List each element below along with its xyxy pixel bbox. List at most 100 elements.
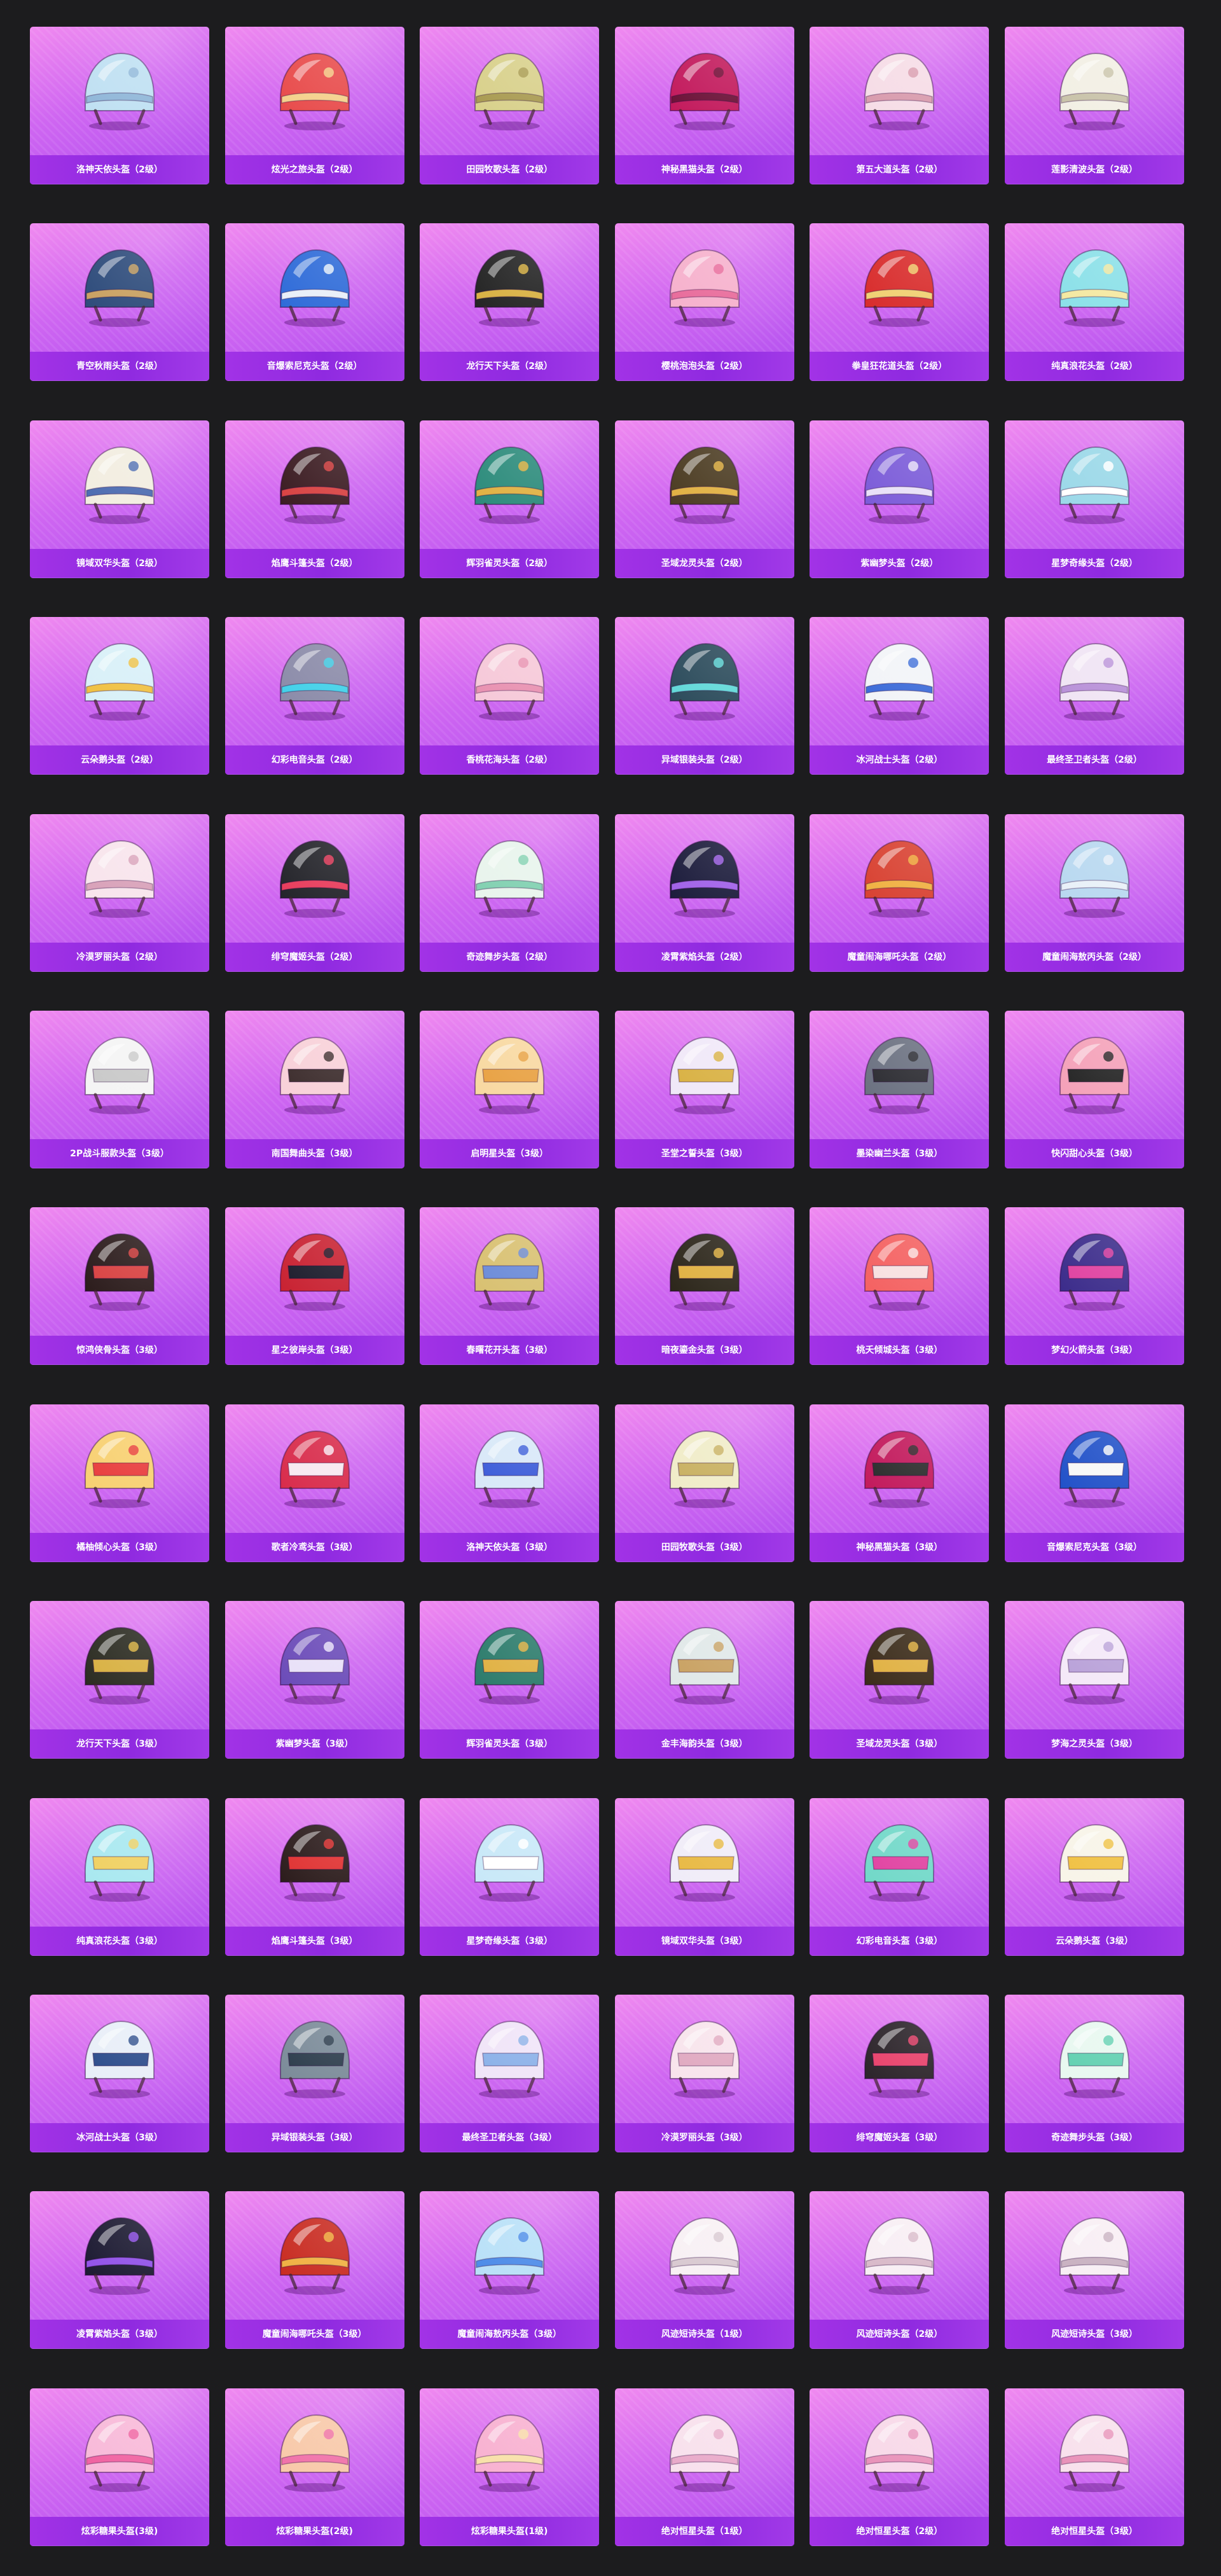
helmet-card[interactable]: 异域银装头盔（2级） <box>614 617 794 775</box>
helmet-name-label: 绝对恒星头盔（3级） <box>1051 2526 1138 2537</box>
helmet-card[interactable]: 魔童闹海哪吒头盔（3级） <box>224 2191 404 2350</box>
helmet-card[interactable]: 绯穹魔姬头盔（3级） <box>810 1994 990 2152</box>
helmet-card[interactable]: 绯穹魔姬头盔（2级） <box>224 814 404 972</box>
helmet-icon <box>70 1614 169 1709</box>
helmet-card[interactable]: 绝对恒星头盔（3级） <box>1004 2388 1184 2546</box>
helmet-card[interactable]: 神秘黑猫头盔（3级） <box>810 1404 990 1562</box>
helmet-card[interactable]: 音爆索尼克头盔（3级） <box>1004 1404 1184 1562</box>
helmet-card[interactable]: 梦幻火箭头盔（3级） <box>1004 1207 1184 1366</box>
helmet-card[interactable]: 凌霄紫焰头盔（3级） <box>30 2191 209 2350</box>
helmet-card[interactable]: 幻彩电音头盔（2级） <box>224 617 404 775</box>
helmet-icon <box>1045 1614 1144 1709</box>
helmet-card[interactable]: 炫光之旅头盔（2级） <box>224 27 404 184</box>
helmet-card[interactable]: 镜域双华头盔（3级） <box>614 1797 794 1956</box>
helmet-card[interactable]: 洛神天依头盔（2级） <box>30 27 209 184</box>
helmet-card[interactable]: 星之彼岸头盔（3级） <box>224 1207 404 1366</box>
helmet-name-label: 辉羽雀灵头盔（3级） <box>466 1739 553 1750</box>
helmet-card[interactable]: 圣堂之誓头盔（3级） <box>614 1010 794 1168</box>
helmet-card[interactable]: 最终圣卫者头盔（3级） <box>420 1994 600 2152</box>
helmet-card[interactable]: 歌者冷鸢头盔（3级） <box>224 1404 404 1562</box>
helmet-icon <box>460 630 559 725</box>
helmet-card[interactable]: 风迹短诗头盔（3级） <box>1004 2191 1184 2350</box>
helmet-card[interactable]: 辉羽雀灵头盔（3级） <box>420 1601 600 1759</box>
helmet-icon <box>850 1023 949 1119</box>
helmet-card[interactable]: 拳皇狂花道头盔（2级） <box>810 223 990 382</box>
helmet-card[interactable]: 魔童闹海敖丙头盔（2级） <box>1004 814 1184 972</box>
helmet-card[interactable]: 奇迹舞步头盔（2级） <box>420 814 600 972</box>
helmet-card[interactable]: 星梦奇缘头盔（2级） <box>1004 420 1184 578</box>
helmet-name-label: 墨染幽兰头盔（3级） <box>856 1148 943 1159</box>
helmet-card[interactable]: 魔童闹海敖丙头盔（3级） <box>420 2191 600 2350</box>
helmet-card[interactable]: 南国舞曲头盔（3级） <box>224 1010 404 1168</box>
helmet-card[interactable]: 幻彩电音头盔（3级） <box>810 1797 990 1956</box>
helmet-card[interactable]: 快闪甜心头盔（3级） <box>1004 1010 1184 1168</box>
helmet-icon <box>850 827 949 922</box>
helmet-name-label: 冰河战士头盔（2级） <box>856 755 943 766</box>
helmet-card[interactable]: 纯真浪花头盔（3级） <box>30 1797 209 1956</box>
helmet-card[interactable]: 冷漠罗丽头盔（3级） <box>614 1994 794 2152</box>
helmet-card[interactable]: 冰河战士头盔（3级） <box>30 1994 209 2152</box>
helmet-card[interactable]: 龙行天下头盔（3级） <box>30 1601 209 1759</box>
helmet-icon <box>655 1614 754 1709</box>
helmet-card[interactable]: 莲影清波头盔（2级） <box>1004 27 1184 184</box>
helmet-icon <box>460 827 559 922</box>
helmet-name-label: 绯穹魔姬头盔（3级） <box>856 2132 943 2143</box>
helmet-name-label: 奇迹舞步头盔（2级） <box>466 952 553 962</box>
helmet-icon <box>460 39 559 135</box>
helmet-card[interactable]: 纯真浪花头盔（2级） <box>1004 223 1184 382</box>
helmet-card[interactable]: 最终圣卫者头盔（2级） <box>1004 617 1184 775</box>
helmet-card[interactable]: 异域银装头盔（3级） <box>224 1994 404 2152</box>
helmet-card[interactable]: 田园牧歌头盔（3级） <box>614 1404 794 1562</box>
helmet-card[interactable]: 魔童闹海哪吒头盔（2级） <box>810 814 990 972</box>
helmet-card[interactable]: 冷漠罗丽头盔（2级） <box>30 814 209 972</box>
helmet-name-label: 云朵鹅头盔（3级） <box>1056 1935 1133 1946</box>
helmet-name-label: 洛神天依头盔（2级） <box>76 165 163 175</box>
helmet-card[interactable]: 惊鸿侠骨头盔（3级） <box>30 1207 209 1366</box>
helmet-card[interactable]: 圣域龙灵头盔（2级） <box>614 420 794 578</box>
helmet-card[interactable]: 香桃花海头盔（2级） <box>420 617 600 775</box>
helmet-card[interactable]: 凌霄紫焰头盔（2级） <box>614 814 794 972</box>
helmet-card[interactable]: 紫幽梦头盔（2级） <box>810 420 990 578</box>
helmet-icon <box>460 433 559 529</box>
helmet-card[interactable]: 神秘黑猫头盔（2级） <box>614 27 794 184</box>
helmet-card[interactable]: 龙行天下头盔（2级） <box>420 223 600 382</box>
helmet-card[interactable]: 橘柚倾心头盔（3级） <box>30 1404 209 1562</box>
helmet-name-label: 绝对恒星头盔（2级） <box>856 2526 943 2537</box>
helmet-card[interactable]: 春曙花开头盔（3级） <box>420 1207 600 1366</box>
helmet-card[interactable]: 紫幽梦头盔（3级） <box>224 1601 404 1759</box>
helmet-card[interactable]: 绝对恒星头盔（1级） <box>614 2388 794 2546</box>
helmet-card[interactable]: 风迹短诗头盔（1级） <box>614 2191 794 2350</box>
helmet-card[interactable]: 云朵鹅头盔（2级） <box>30 617 209 775</box>
helmet-name-label: 焰鹰斗篷头盔（2级） <box>271 558 358 569</box>
helmet-card[interactable]: 2P战斗服款头盔（3级） <box>30 1010 209 1168</box>
helmet-card[interactable]: 炫彩糖果头盔(3级) <box>30 2388 209 2546</box>
helmet-card[interactable]: 炫彩糖果头盔(1级) <box>420 2388 600 2546</box>
helmet-card[interactable]: 炫彩糖果头盔(2级) <box>224 2388 404 2546</box>
helmet-card[interactable]: 冰河战士头盔（2级） <box>810 617 990 775</box>
helmet-card[interactable]: 奇迹舞步头盔（3级） <box>1004 1994 1184 2152</box>
helmet-card[interactable]: 辉羽雀灵头盔（2级） <box>420 420 600 578</box>
helmet-card[interactable]: 金丰海韵头盔（3级） <box>614 1601 794 1759</box>
helmet-card[interactable]: 暗夜鎏金头盔（3级） <box>614 1207 794 1366</box>
helmet-card[interactable]: 樱桃泡泡头盔（2级） <box>614 223 794 382</box>
helmet-card[interactable]: 焰鹰斗篷头盔（3级） <box>224 1797 404 1956</box>
helmet-name-label: 星梦奇缘头盔（2级） <box>1051 558 1138 569</box>
helmet-card[interactable]: 田园牧歌头盔（2级） <box>420 27 600 184</box>
helmet-card[interactable]: 云朵鹅头盔（3级） <box>1004 1797 1184 1956</box>
helmet-card[interactable]: 焰鹰斗篷头盔（2级） <box>224 420 404 578</box>
helmet-card[interactable]: 第五大道头盔（2级） <box>810 27 990 184</box>
helmet-name-label: 紫幽梦头盔（3级） <box>275 1739 354 1750</box>
helmet-card[interactable]: 圣域龙灵头盔（3级） <box>810 1601 990 1759</box>
helmet-icon <box>265 1614 364 1709</box>
helmet-card[interactable]: 梦海之灵头盔（3级） <box>1004 1601 1184 1759</box>
helmet-card[interactable]: 洛神天依头盔（3级） <box>420 1404 600 1562</box>
helmet-card[interactable]: 风迹短诗头盔（2级） <box>810 2191 990 2350</box>
helmet-card[interactable]: 绝对恒星头盔（2级） <box>810 2388 990 2546</box>
helmet-card[interactable]: 桃夭倾城头盔（3级） <box>810 1207 990 1366</box>
helmet-card[interactable]: 星梦奇缘头盔（3级） <box>420 1797 600 1956</box>
helmet-card[interactable]: 音爆索尼克头盔（2级） <box>224 223 404 382</box>
helmet-card[interactable]: 启明星头盔（3级） <box>420 1010 600 1168</box>
helmet-card[interactable]: 墨染幽兰头盔（3级） <box>810 1010 990 1168</box>
helmet-card[interactable]: 镜域双华头盔（2级） <box>30 420 209 578</box>
helmet-card[interactable]: 青空秋雨头盔（2级） <box>30 223 209 382</box>
